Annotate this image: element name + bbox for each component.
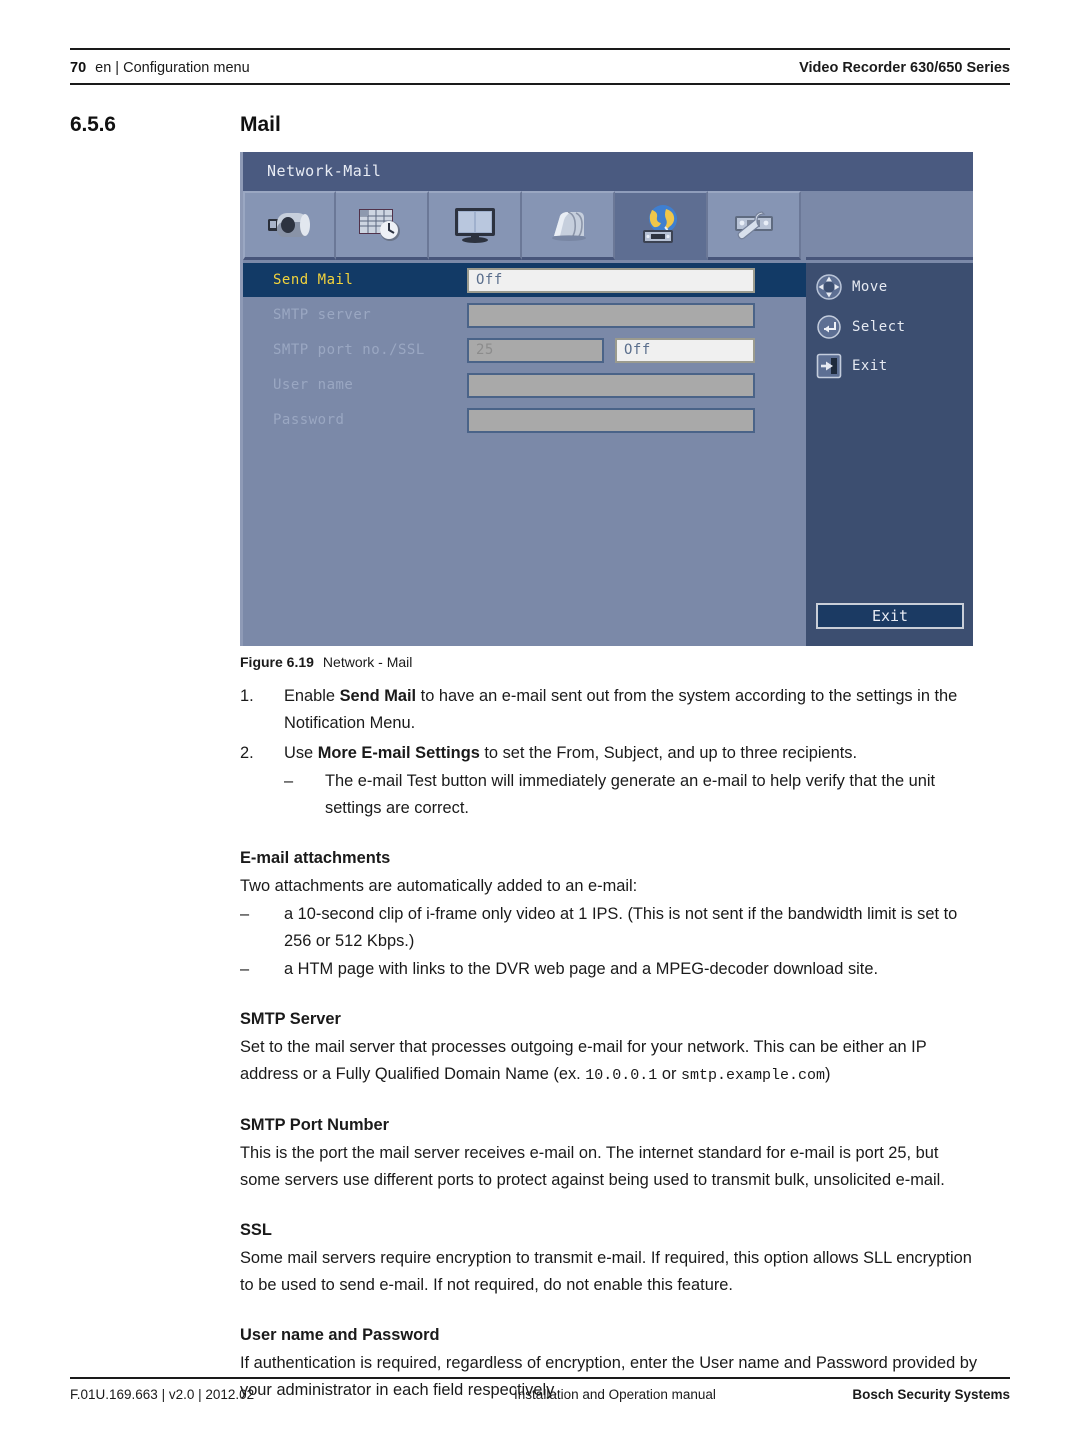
field-user-name[interactable]	[467, 372, 755, 398]
exit-arrow-icon	[815, 352, 843, 380]
dpad-move-icon	[815, 273, 843, 301]
hint-select-label: Select	[852, 319, 906, 335]
footer-company: Bosch Security Systems	[852, 1386, 1010, 1402]
attachment-bullet-1: a 10-second clip of i-frame only video a…	[284, 905, 958, 950]
tab-event[interactable]	[522, 191, 615, 260]
display-monitor-icon	[452, 206, 498, 244]
para-smtp-server: Set to the mail server that processes ou…	[240, 1034, 983, 1089]
list-item: – a HTM page with links to the DVR web p…	[240, 956, 983, 983]
document-page: 70 en | Configuration menu Video Recorde…	[0, 0, 1080, 1441]
section-number: 6.5.6	[70, 113, 116, 136]
row-send-mail[interactable]: Send Mail Off	[243, 263, 806, 297]
field-smtp-server[interactable]	[467, 302, 755, 328]
page-header: 70 en | Configuration menu Video Recorde…	[70, 55, 1010, 81]
row-password[interactable]: Password	[255, 403, 794, 437]
row-smtp-server[interactable]: SMTP server	[255, 298, 794, 332]
step-2-number: 2.	[240, 744, 254, 762]
row-user-name[interactable]: User name	[255, 368, 794, 402]
heading-user-name-password: User name and Password	[240, 1326, 440, 1344]
header-rule-top	[70, 48, 1010, 50]
field-send-mail[interactable]: Off	[467, 267, 755, 293]
step-2-post: to set the From, Subject, and up to thre…	[479, 744, 858, 762]
dash-marker: –	[284, 772, 294, 790]
para-smtp-port-number: This is the port the mail server receive…	[240, 1144, 945, 1189]
heading-email-attachments: E-mail attachments	[240, 849, 391, 867]
label-user-name: User name	[273, 377, 354, 393]
header-left: 70 en | Configuration menu	[70, 60, 250, 76]
step-1-pre: Enable	[284, 687, 340, 705]
step-2-sub-text: The e-mail Test button will immediately …	[325, 772, 936, 817]
step-1-bold: Send Mail	[339, 687, 417, 705]
figure-label: Figure 6.19	[240, 654, 314, 670]
step-2-bold: More E-mail Settings	[317, 744, 480, 762]
breadcrumb: en | Configuration menu	[95, 60, 250, 76]
hint-move: Move	[815, 273, 888, 301]
figure-caption: Figure 6.19 Network - Mail	[240, 654, 412, 670]
step-2-body: Use More E-mail Settings to set the From…	[284, 740, 983, 767]
page-footer: F.01U.169.663 | v2.0 | 2012.02 Installat…	[70, 1382, 1010, 1406]
dash-marker: –	[240, 960, 250, 978]
tab-system[interactable]	[708, 191, 801, 260]
attachment-bullet-2: a HTM page with links to the DVR web pag…	[284, 960, 879, 978]
list-item: 2. Use More E-mail Settings to set the F…	[240, 740, 983, 767]
para-ssl: Some mail servers require encryption to …	[240, 1249, 972, 1294]
osd-hint-panel: Move Select Exit Exit	[806, 263, 973, 646]
hint-exit: Exit	[815, 352, 888, 380]
header-rule-bottom	[70, 83, 1010, 85]
label-smtp-server: SMTP server	[273, 307, 372, 323]
smtp-server-example-fqdn: smtp.example.com	[680, 1067, 825, 1084]
tab-network[interactable]	[615, 191, 708, 260]
dvr-osd-screenshot: Network-Mail Send Mail Off SMTP server S…	[240, 152, 973, 646]
figure-caption-text: Network - Mail	[322, 654, 413, 670]
osd-form: Send Mail Off SMTP server SMTP port no./…	[243, 263, 806, 646]
camera-icon	[264, 208, 316, 242]
step-2-pre: Use	[284, 744, 318, 762]
event-alarm-icon	[544, 208, 592, 242]
smtp-server-text-c: )	[825, 1065, 831, 1083]
footer-doc-id: F.01U.169.663 | v2.0 | 2012.02	[70, 1386, 255, 1402]
footer-rule	[70, 1377, 1010, 1379]
page-title: Mail	[240, 113, 281, 136]
para-email-attachments-intro: Two attachments are automatically added …	[240, 877, 638, 895]
row-smtp-port-ssl[interactable]: SMTP port no./SSL 25 Off	[255, 333, 794, 367]
body-content: 1. Enable Send Mail to have an e-mail se…	[240, 680, 983, 1404]
tab-camera[interactable]	[243, 191, 336, 260]
osd-tabbar-filler	[806, 191, 973, 260]
network-globe-icon	[635, 203, 687, 247]
heading-ssl: SSL	[240, 1221, 272, 1239]
page-number: 70	[70, 60, 87, 76]
smtp-server-text-b: or	[657, 1065, 681, 1083]
step-1-body: Enable Send Mail to have an e-mail sent …	[284, 683, 983, 737]
hint-move-label: Move	[852, 279, 888, 295]
list-item: – a 10-second clip of i-frame only video…	[240, 901, 983, 955]
smtp-server-example-ip: 10.0.0.1	[585, 1067, 658, 1084]
heading-smtp-server: SMTP Server	[240, 1010, 341, 1028]
header-product-name: Video Recorder 630/650 Series	[799, 60, 1010, 76]
field-ssl[interactable]: Off	[615, 337, 755, 363]
list-item: – The e-mail Test button will immediatel…	[240, 768, 983, 822]
field-password[interactable]	[467, 407, 755, 433]
schedule-calendar-clock-icon	[357, 207, 407, 243]
hint-exit-label: Exit	[852, 358, 888, 374]
osd-menu-tabbar	[243, 191, 806, 260]
field-smtp-port[interactable]: 25	[467, 337, 604, 363]
label-password: Password	[273, 412, 345, 428]
osd-window-title: Network-Mail	[267, 162, 382, 180]
label-smtp-port-ssl: SMTP port no./SSL	[273, 342, 425, 358]
tab-schedule[interactable]	[336, 191, 429, 260]
footer-manual-title: Installation and Operation manual	[514, 1386, 716, 1402]
system-wrench-icon	[728, 208, 780, 242]
osd-exit-button[interactable]: Exit	[816, 603, 964, 629]
hint-select: Select	[815, 313, 906, 341]
dash-marker: –	[240, 905, 250, 923]
step-1-number: 1.	[240, 687, 254, 705]
label-send-mail: Send Mail	[273, 272, 354, 288]
tab-display[interactable]	[429, 191, 522, 260]
heading-smtp-port-number: SMTP Port Number	[240, 1116, 390, 1134]
list-item: 1. Enable Send Mail to have an e-mail se…	[240, 683, 983, 737]
enter-select-icon	[815, 313, 843, 341]
